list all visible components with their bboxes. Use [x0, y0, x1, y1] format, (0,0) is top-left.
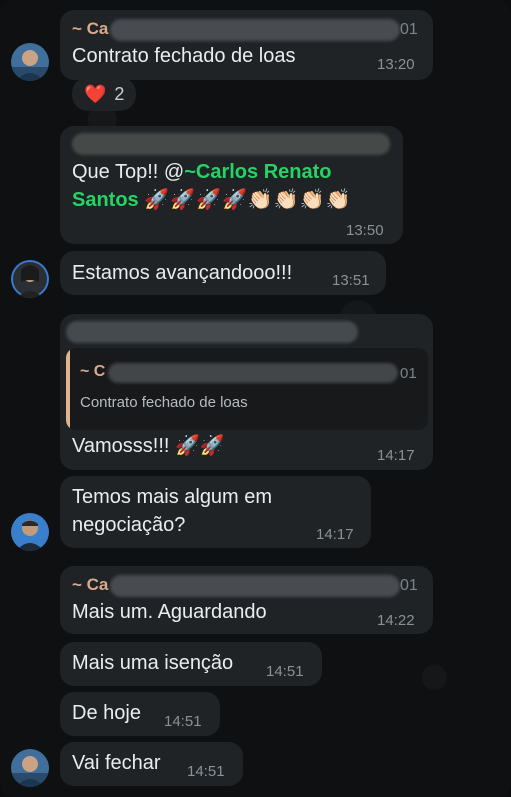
message-time: 14:17	[377, 447, 415, 464]
message-time: 14:51	[266, 663, 304, 680]
avatar[interactable]	[11, 260, 49, 298]
reaction-count: 2	[114, 83, 125, 104]
avatar[interactable]	[11, 513, 49, 551]
message-bubble[interactable]: ~ Ca 01 Mais um. Aguardando 14:22	[60, 566, 433, 634]
reaction-badge[interactable]: ❤️ 2	[72, 77, 137, 111]
message-text-line2: negociação?	[72, 514, 186, 536]
quote-accent-bar	[66, 348, 70, 430]
message-text: Mais uma isenção	[72, 652, 234, 674]
blurred-sender-details	[110, 19, 400, 41]
message-text: Vamosss!!! 🚀🚀	[72, 435, 225, 457]
blurred-quoted-sender	[108, 363, 398, 383]
message-time: 13:51	[332, 272, 370, 289]
person-icon	[11, 43, 49, 81]
message-time: 13:50	[346, 222, 384, 239]
message-bubble[interactable]: Que Top!! @~Carlos Renato Santos 🚀🚀🚀🚀👏🏻👏…	[60, 126, 403, 244]
message-text: Contrato fechado de loas	[72, 45, 296, 67]
chat-conversation: ~ Ca 01 Contrato fechado de loas 13:20 ❤…	[0, 0, 511, 797]
blurred-sender-name	[66, 321, 358, 343]
message-text: De hoje	[72, 702, 141, 724]
message-text: Que Top!! @~Carlos Renato	[72, 158, 331, 186]
sender-phone-tail: 01	[400, 21, 418, 38]
sender-name: ~ Ca	[72, 575, 109, 594]
message-bubble[interactable]: ~ C 01 Contrato fechado de loas Vamosss!…	[60, 314, 433, 470]
message-time: 14:22	[377, 612, 415, 629]
blurred-sender-details	[110, 575, 400, 597]
avatar[interactable]	[11, 43, 49, 81]
message-time: 13:20	[377, 56, 415, 73]
message-text: Mais um. Aguardando	[72, 601, 267, 623]
message-time: 14:17	[316, 526, 354, 543]
person-icon	[11, 260, 49, 298]
message-text: Estamos avançandooo!!!	[72, 262, 293, 284]
message-text: Vai fechar	[72, 752, 161, 774]
emoji-sequence: 🚀🚀🚀🚀👏🏻👏🏻👏🏻👏🏻	[144, 189, 352, 211]
quoted-sender-name: ~ C	[80, 363, 106, 380]
message-text-line2: Santos 🚀🚀🚀🚀👏🏻👏🏻👏🏻👏🏻	[72, 186, 351, 214]
text-prefix: Que Top!! @	[72, 161, 185, 183]
heart-icon: ❤️	[84, 83, 107, 104]
quoted-message[interactable]: ~ C 01 Contrato fechado de loas	[66, 348, 428, 430]
quoted-text: Contrato fechado de loas	[80, 394, 248, 411]
mention-link[interactable]: ~Carlos Renato	[184, 161, 331, 183]
sender-phone-tail: 01	[400, 577, 418, 594]
message-bubble[interactable]: Estamos avançandooo!!! 13:51	[60, 251, 386, 295]
blurred-sender-name	[72, 133, 390, 155]
message-text-line1: Temos mais algum em	[72, 486, 273, 508]
message-bubble[interactable]: Temos mais algum em negociação? 14:17	[60, 476, 371, 548]
message-time: 14:51	[187, 763, 225, 780]
avatar[interactable]	[11, 749, 49, 787]
message-bubble[interactable]: Vai fechar 14:51	[60, 742, 243, 786]
sender-name: ~ Ca	[72, 19, 109, 38]
quoted-sender-tail: 01	[400, 365, 417, 382]
message-time: 14:51	[164, 713, 202, 730]
person-icon	[11, 749, 49, 787]
message-bubble[interactable]: De hoje 14:51	[60, 692, 220, 736]
message-bubble[interactable]: Mais uma isenção 14:51	[60, 642, 322, 686]
message-bubble[interactable]: ~ Ca 01 Contrato fechado de loas 13:20	[60, 10, 433, 80]
person-icon	[11, 513, 49, 551]
mention-link-continued[interactable]: Santos	[72, 189, 139, 211]
